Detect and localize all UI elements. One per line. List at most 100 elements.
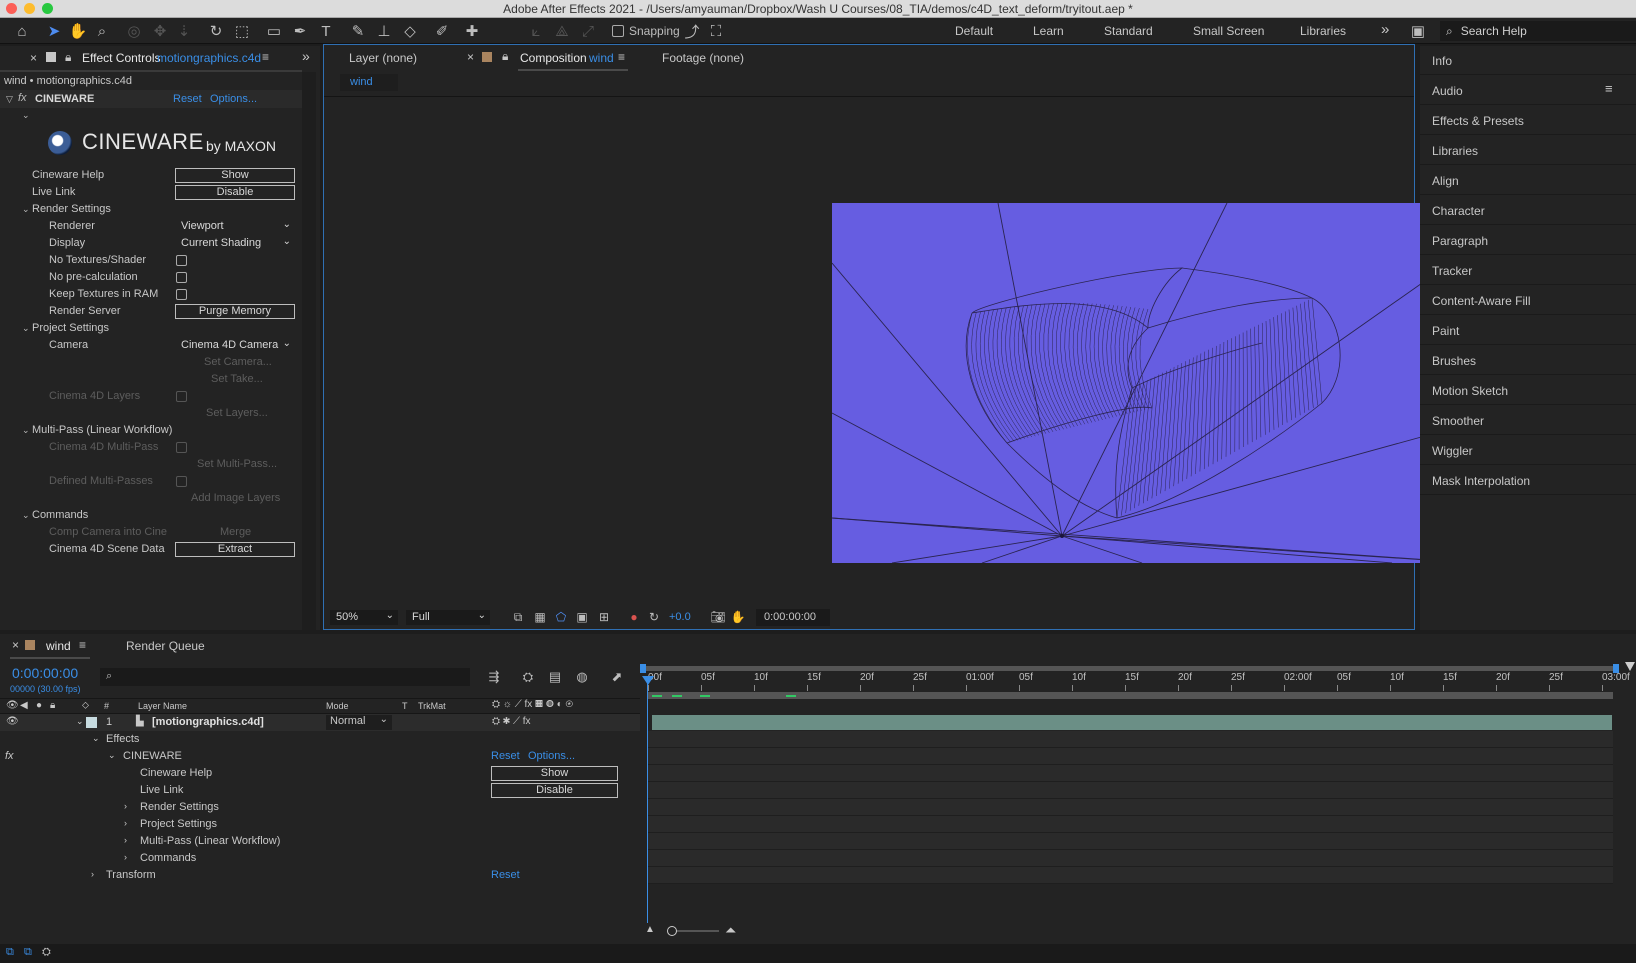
expand-multipass-icon[interactable]: › xyxy=(124,835,127,845)
panel-item-paint[interactable]: Paint xyxy=(1420,316,1636,345)
expand-logo-icon[interactable]: ⌄ xyxy=(22,110,30,121)
fx-icon[interactable]: fx xyxy=(18,92,27,104)
tl-cineware-options[interactable]: Options... xyxy=(528,750,575,762)
frame-blending-icon[interactable]: ▤ xyxy=(545,667,565,687)
layer-switches-toggle-icon[interactable]: ⧉ xyxy=(6,946,14,959)
lock-switch-icon[interactable]: 🔒︎ xyxy=(50,700,55,711)
lock-icon[interactable]: 🔒︎ xyxy=(502,49,508,64)
purge-memory-button[interactable]: Purge Memory xyxy=(175,304,295,319)
layer-switch-icons[interactable]: ⛭ ✱ ⟋ fx xyxy=(492,716,531,727)
collapse-cineware-icon[interactable]: ⌄ xyxy=(108,750,116,761)
footage-tab[interactable]: Footage (none) xyxy=(662,51,744,65)
graph-editor-icon[interactable]: ⬈ xyxy=(607,667,627,687)
expand-render-settings-icon[interactable]: › xyxy=(124,801,127,811)
zoom-in-icon[interactable]: ⏶ xyxy=(725,922,736,939)
disable-button[interactable]: Disable xyxy=(175,185,295,200)
collapse-commands-icon[interactable]: ⌄ xyxy=(22,510,30,521)
panel-item-paragraph[interactable]: Paragraph xyxy=(1420,226,1636,255)
expand-transform-icon[interactable]: › xyxy=(91,869,94,879)
panel-menu-icon[interactable]: ≡ xyxy=(618,50,625,64)
comp-breadcrumb[interactable]: wind xyxy=(340,74,398,91)
snapping-checkbox[interactable] xyxy=(612,25,624,37)
panel-item-tracker[interactable]: Tracker xyxy=(1420,256,1636,285)
tl-render-settings-row[interactable]: › Render Settings xyxy=(0,799,640,816)
comp-timecode[interactable]: 0:00:00:00 xyxy=(756,609,830,626)
render-settings-group[interactable]: ⌄ Render Settings xyxy=(0,201,300,218)
render-queue-tab[interactable]: Render Queue xyxy=(126,639,205,653)
channel-rgb-icon[interactable]: ● xyxy=(624,607,644,627)
puppet-pin-tool-icon[interactable]: ✚ xyxy=(462,21,482,41)
timeline-zoom-control[interactable]: ▲ ⏶ xyxy=(645,922,745,940)
workspace-small-screen[interactable]: Small Screen xyxy=(1193,24,1264,38)
tl-cineware-reset[interactable]: Reset xyxy=(491,750,520,762)
merge-button[interactable]: Merge xyxy=(220,526,251,538)
comp-end-marker-icon[interactable] xyxy=(1625,662,1635,671)
collapse-render-settings-icon[interactable]: ⌄ xyxy=(22,204,30,215)
show-snapshot-icon[interactable]: ✋ xyxy=(728,607,748,627)
roto-brush-tool-icon[interactable]: ✐ xyxy=(432,21,452,41)
layer-name[interactable]: [motiongraphics.c4d] xyxy=(152,716,264,728)
exposure-value[interactable]: +0.0 xyxy=(669,611,691,623)
layer-switches-icons[interactable]: ⛭ ☼ ⟋ fx ▦ ◍ ◐ ⊛ xyxy=(492,699,573,710)
pan-tool-icon[interactable]: ✥ xyxy=(150,21,170,41)
rotate-tool-icon[interactable]: ↻ xyxy=(206,21,226,41)
effect-controls-scrollbar[interactable] xyxy=(302,72,316,630)
grid-guides-icon[interactable]: ⊞ xyxy=(594,607,614,627)
work-area-bar[interactable] xyxy=(640,664,1636,673)
panel-item-brushes[interactable]: Brushes xyxy=(1420,346,1636,375)
pan-behind-tool-icon[interactable]: ⬚ xyxy=(232,21,252,41)
modes-toggle-icon[interactable]: ⧉ xyxy=(24,946,32,959)
set-layers-button[interactable]: Set Layers... xyxy=(206,407,268,419)
effect-reset-link[interactable]: Reset xyxy=(173,93,202,105)
layer-tab[interactable]: Layer (none) xyxy=(349,51,417,65)
expand-commands-icon[interactable]: › xyxy=(124,852,127,862)
zoom-tool-icon[interactable]: ⌕ xyxy=(92,21,112,41)
panel-item-effects-presets[interactable]: Effects & Presets xyxy=(1420,106,1636,135)
render-time-toggle-icon[interactable]: ⛭ xyxy=(42,946,51,959)
layer-visibility-icon[interactable]: 👁︎ xyxy=(6,716,19,727)
no-textures-checkbox[interactable] xyxy=(176,255,187,266)
zoom-select[interactable]: 50% ⌄ xyxy=(330,610,398,625)
col-layer-name[interactable]: Layer Name xyxy=(138,701,187,711)
fast-previews-icon[interactable]: ⧉ xyxy=(508,607,528,627)
motion-blur-icon[interactable]: ◍ xyxy=(572,667,592,687)
expand-project-settings-icon[interactable]: › xyxy=(124,818,127,828)
close-tab-icon[interactable]: × xyxy=(30,51,37,65)
panel-item-align[interactable]: Align xyxy=(1420,166,1636,195)
workspace-standard[interactable]: Standard xyxy=(1104,24,1153,38)
set-multipass-button[interactable]: Set Multi-Pass... xyxy=(197,458,277,470)
c4d-layers-checkbox[interactable] xyxy=(176,391,187,402)
axis-local-icon[interactable]: ⟀ xyxy=(526,21,546,41)
timeline-timecode[interactable]: 0:00:00:00 xyxy=(12,665,78,681)
pen-tool-icon[interactable]: ✒ xyxy=(290,21,310,41)
transparency-grid-icon[interactable]: ▦ xyxy=(530,607,550,627)
layer-row[interactable]: 👁︎ ⌄ 1 ▙ [motiongraphics.c4d] Normal ⌄ ⛭ … xyxy=(0,714,640,731)
panel-item-mask-interpolation[interactable]: Mask Interpolation xyxy=(1420,466,1636,495)
panel-menu-icon[interactable]: ≡ xyxy=(262,50,269,64)
axis-view-icon[interactable]: ⤢ xyxy=(578,21,598,41)
work-area-fill[interactable] xyxy=(642,666,1616,671)
tl-project-settings-row[interactable]: › Project Settings xyxy=(0,816,640,833)
panel-item-libraries[interactable]: Libraries xyxy=(1420,136,1636,165)
panel-item-character[interactable]: Character xyxy=(1420,196,1636,225)
workspace-libraries[interactable]: Libraries xyxy=(1300,24,1346,38)
tl-transform-reset[interactable]: Reset xyxy=(491,869,520,881)
clone-stamp-tool-icon[interactable]: ⊥ xyxy=(374,21,394,41)
defined-multipasses-checkbox[interactable] xyxy=(176,476,187,487)
layer-mode-select[interactable]: Normal ⌄ xyxy=(326,714,392,730)
snapping-toggle[interactable]: Snapping xyxy=(612,24,680,38)
rectangle-tool-icon[interactable]: ▭ xyxy=(264,21,284,41)
collapse-effect-icon[interactable]: ▽ xyxy=(6,94,13,105)
brush-tool-icon[interactable]: ✎ xyxy=(348,21,368,41)
layer-expand-icon[interactable]: ⌄ xyxy=(76,716,84,727)
layer-duration-bar[interactable] xyxy=(652,715,1612,730)
panel-item-content-aware-fill[interactable]: Content-Aware Fill xyxy=(1420,286,1636,315)
col-number[interactable]: # xyxy=(104,701,109,711)
work-area-range[interactable] xyxy=(648,692,1613,699)
axis-world-icon[interactable]: ⟁ xyxy=(552,21,572,41)
region-of-interest-icon[interactable]: ▣ xyxy=(572,607,592,627)
dolly-tool-icon[interactable]: ⇣ xyxy=(174,21,194,41)
zoom-slider-thumb[interactable] xyxy=(667,926,677,936)
camera-select[interactable]: Cinema 4D Camera ⌄ xyxy=(175,338,295,353)
snap-option-icon[interactable]: ⤴ xyxy=(682,21,702,41)
